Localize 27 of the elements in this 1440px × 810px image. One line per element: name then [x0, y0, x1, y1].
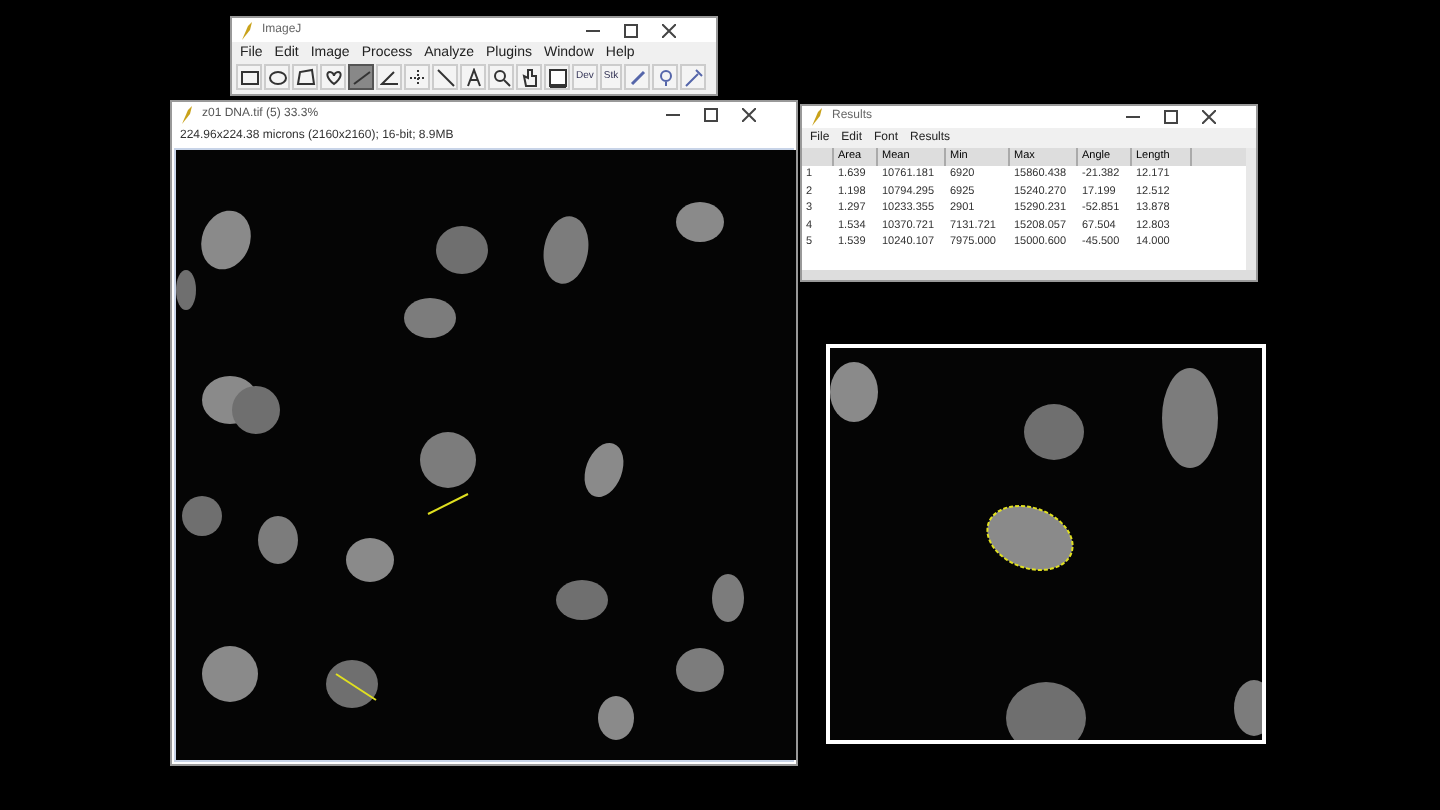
heart-icon — [323, 67, 343, 87]
feather-icon — [180, 106, 194, 124]
rectangle-icon — [239, 67, 259, 87]
oval-icon — [267, 67, 287, 87]
magnifier-icon — [491, 67, 511, 87]
minimize-icon[interactable] — [666, 108, 680, 122]
scrollbar[interactable] — [1246, 148, 1256, 269]
dropper-icon — [655, 67, 676, 87]
maximize-icon[interactable] — [624, 23, 638, 37]
hand-icon — [519, 67, 539, 87]
crosshair-icon — [407, 67, 427, 87]
scrollbar[interactable] — [802, 269, 1256, 279]
polygon-icon — [295, 67, 315, 87]
close-icon[interactable] — [742, 108, 756, 122]
text-tool-icon — [463, 67, 483, 87]
close-icon[interactable] — [662, 23, 676, 37]
maximize-icon[interactable] — [704, 108, 718, 122]
color-swatch-icon — [547, 67, 567, 87]
line-icon — [351, 67, 371, 87]
close-icon[interactable] — [1202, 110, 1216, 124]
pencil-icon — [627, 67, 648, 87]
maximize-icon[interactable] — [1164, 110, 1178, 124]
brush-icon — [683, 67, 704, 87]
feather-icon — [240, 21, 254, 39]
minimize-icon[interactable] — [1126, 110, 1140, 124]
angle-icon — [379, 67, 399, 87]
feather-icon — [810, 108, 824, 126]
